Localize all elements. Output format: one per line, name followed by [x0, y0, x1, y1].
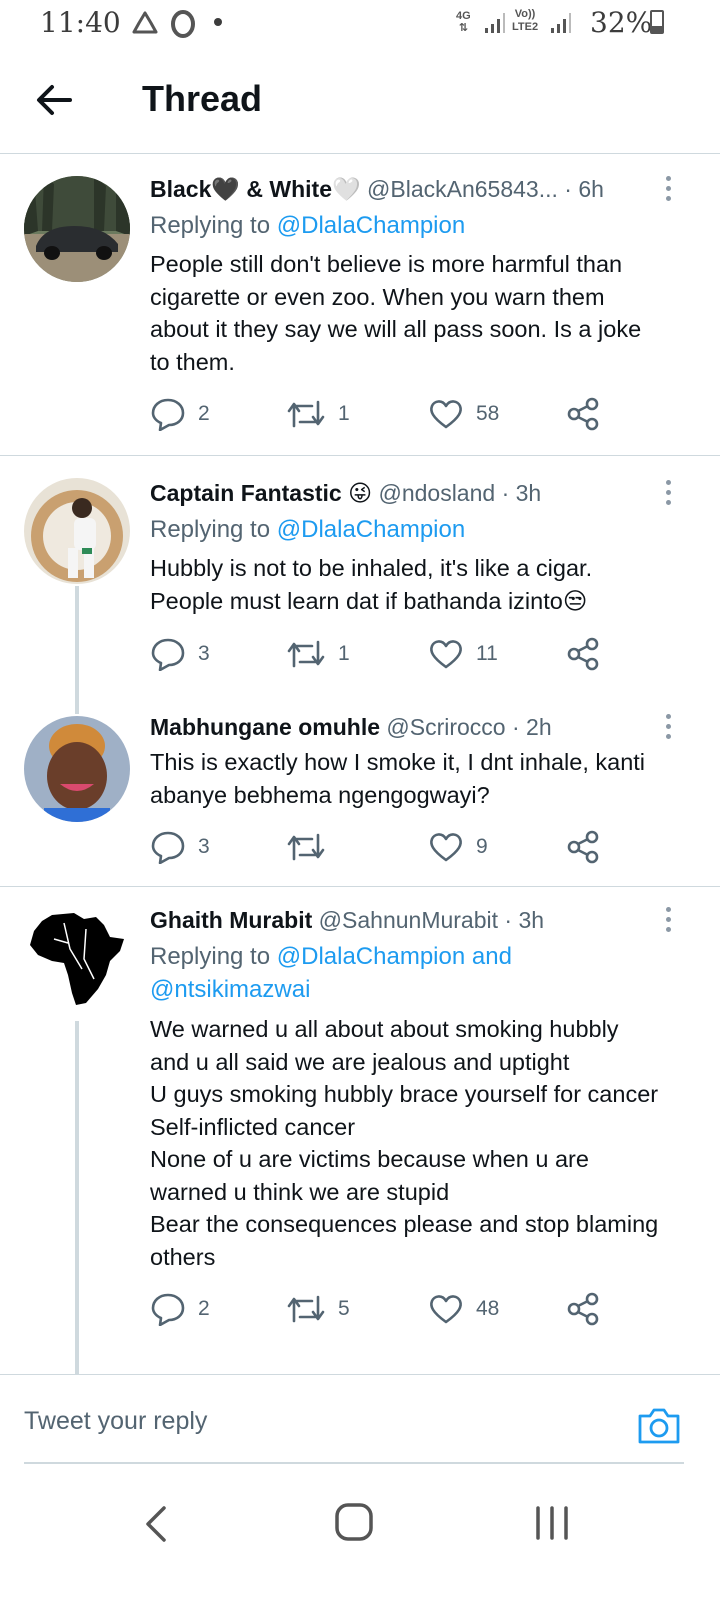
- tweet-time: · 6h: [564, 176, 604, 202]
- retweet-icon: [287, 640, 325, 668]
- tweet-text: This is exactly how I smoke it, I dnt in…: [150, 749, 646, 808]
- reply-icon: [151, 638, 185, 671]
- page-title: Thread: [142, 78, 263, 119]
- nav-back-icon[interactable]: [140, 1504, 174, 1544]
- arrow-left-icon[interactable]: [30, 78, 78, 122]
- like-button[interactable]: 9: [428, 827, 488, 867]
- retweet-button[interactable]: [286, 827, 338, 867]
- more-options-icon[interactable]: [658, 712, 678, 742]
- more-options-icon[interactable]: [658, 905, 678, 935]
- share-button[interactable]: [566, 394, 600, 434]
- avatar[interactable]: [24, 176, 130, 282]
- share-icon: [567, 830, 599, 864]
- heart-icon: [430, 640, 462, 669]
- signal-icon: [485, 13, 505, 33]
- share-button[interactable]: [566, 634, 600, 674]
- share-icon: [567, 637, 599, 671]
- avatar[interactable]: [24, 909, 130, 1015]
- author-handle[interactable]: @ndosland: [378, 480, 495, 506]
- share-icon: [567, 397, 599, 431]
- nav-home-icon[interactable]: [334, 1502, 374, 1542]
- mention-link[interactable]: @ntsikimazwai: [150, 976, 310, 1003]
- reply-icon: [151, 1293, 185, 1326]
- reply-input[interactable]: Tweet your reply: [24, 1394, 624, 1448]
- retweet-icon: [287, 400, 325, 428]
- retweet-icon: [287, 833, 325, 861]
- tweet-4[interactable]: Ghaith Murabit @SahnunMurabit · 3h Reply…: [0, 887, 720, 1374]
- like-button[interactable]: 58: [428, 394, 499, 434]
- camera-icon[interactable]: [636, 1404, 682, 1446]
- author-name[interactable]: Ghaith Murabit: [150, 907, 312, 933]
- tweet-actions: 3 9: [150, 827, 620, 867]
- share-icon: [567, 1292, 599, 1326]
- battery-icon: [650, 10, 664, 34]
- notification-dot-icon: [214, 18, 222, 26]
- tweet-actions: 3 1 11: [150, 634, 620, 674]
- reply-button[interactable]: 3: [150, 634, 210, 674]
- reply-button[interactable]: 3: [150, 827, 210, 867]
- reply-icon: [151, 831, 185, 864]
- tweet-meta: Black🖤 & White🤍 @BlackAn65843... · 6h: [150, 174, 670, 204]
- share-button[interactable]: [566, 1289, 600, 1329]
- tweet-meta: Ghaith Murabit @SahnunMurabit · 3h: [150, 905, 670, 935]
- reply-input-underline: [24, 1462, 684, 1464]
- author-name[interactable]: Captain Fantastic 😜: [150, 480, 372, 506]
- reply-icon: [151, 398, 185, 431]
- thread-line: [75, 1021, 79, 1374]
- heart-icon: [430, 1295, 462, 1324]
- like-button[interactable]: 48: [428, 1289, 499, 1329]
- tweet-text: People still don't believe is more harmf…: [150, 251, 642, 375]
- system-nav-bar: [0, 1476, 720, 1600]
- tweet-actions: 2 5 48: [150, 1289, 620, 1329]
- mention-link[interactable]: @DlalaChampion and: [277, 943, 512, 970]
- more-options-icon[interactable]: [658, 174, 678, 204]
- retweet-button[interactable]: 5: [286, 1289, 350, 1329]
- tweet-actions: 2 1 58: [150, 394, 620, 434]
- author-handle[interactable]: @Scrirocco: [386, 714, 505, 740]
- battery-percent: 32%: [590, 6, 653, 39]
- author-name[interactable]: Black🖤 & White🤍: [150, 176, 361, 202]
- nav-recents-icon[interactable]: [532, 1504, 572, 1542]
- reply-button[interactable]: 2: [150, 394, 210, 434]
- like-button[interactable]: 11: [428, 634, 498, 674]
- signal-icon: [551, 13, 571, 33]
- africa-map-avatar: [24, 909, 130, 1015]
- status-time: 11:40: [40, 6, 121, 39]
- tweet-time: · 3h: [501, 480, 542, 506]
- mention-link[interactable]: @DlalaChampion: [277, 516, 465, 543]
- app-header: Thread: [0, 48, 720, 154]
- more-options-icon[interactable]: [658, 478, 678, 508]
- recycle-icon: [132, 11, 158, 34]
- heart-icon: [430, 833, 462, 862]
- reply-button[interactable]: 2: [150, 1289, 210, 1329]
- retweet-button[interactable]: 1: [286, 634, 350, 674]
- tweet-time: · 3h: [504, 907, 545, 933]
- replying-to: Replying to @DlalaChampion and @ntsikima…: [150, 943, 512, 1003]
- status-bar: 11:40 4G ⇅ Vo)) LTE2 32%: [0, 0, 720, 48]
- heart-icon: [430, 400, 462, 429]
- tweet-1[interactable]: Black🖤 & White🤍 @BlackAn65843... · 6h Re…: [0, 154, 720, 456]
- tweet-meta: Captain Fantastic 😜 @ndosland · 3h: [150, 478, 670, 508]
- author-handle[interactable]: @SahnunMurabit: [319, 907, 498, 933]
- avatar[interactable]: [24, 478, 130, 584]
- volte-indicator: Vo)) LTE2: [512, 8, 539, 33]
- opera-icon: [171, 10, 195, 38]
- replying-to: Replying to @DlalaChampion: [150, 516, 466, 543]
- tweet-3[interactable]: Mabhungane omuhle @Scrirocco · 2h This i…: [0, 694, 720, 887]
- mention-link[interactable]: @DlalaChampion: [277, 212, 465, 239]
- author-name[interactable]: Mabhungane omuhle: [150, 714, 380, 740]
- tweet-text: We warned u all about about smoking hubb…: [150, 1016, 659, 1270]
- replying-to: Replying to @DlalaChampion: [150, 212, 466, 239]
- retweet-button[interactable]: 1: [286, 394, 350, 434]
- tweet-meta: Mabhungane omuhle @Scrirocco · 2h: [150, 712, 670, 742]
- author-handle[interactable]: @BlackAn65843...: [367, 176, 558, 202]
- share-button[interactable]: [566, 827, 600, 867]
- retweet-icon: [287, 1295, 325, 1323]
- tweet-2[interactable]: Captain Fantastic 😜 @ndosland · 3h Reply…: [0, 456, 720, 714]
- tweet-time: · 2h: [511, 714, 552, 740]
- network-type: 4G ⇅: [456, 10, 471, 34]
- tweet-text: Hubbly is not to be inhaled, it's like a…: [150, 555, 593, 614]
- avatar[interactable]: [24, 716, 130, 822]
